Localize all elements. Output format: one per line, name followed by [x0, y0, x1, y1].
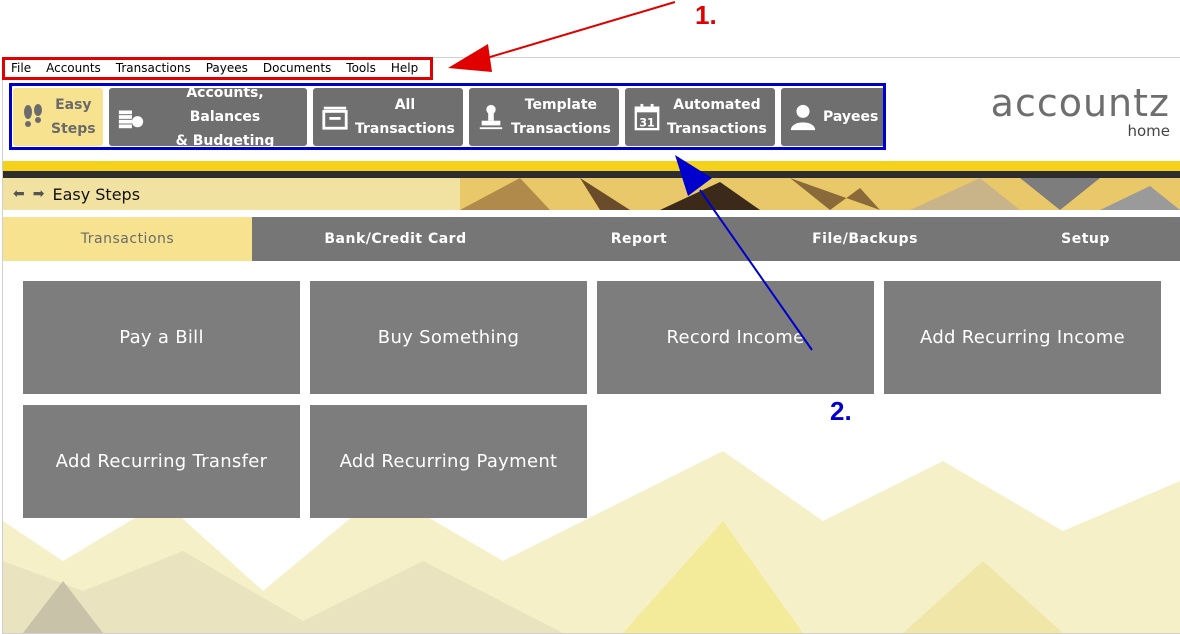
easy-steps-panel: Pay a Bill Buy Something Record Income A…: [3, 261, 1180, 633]
back-arrow-icon[interactable]: ⬅: [13, 186, 25, 202]
tab-bank-credit-card[interactable]: Bank/Credit Card: [252, 217, 539, 261]
annotation-label-2: 2.: [830, 396, 852, 426]
app-logo: accountz home: [991, 82, 1170, 140]
forward-arrow-icon[interactable]: ➡: [33, 186, 45, 202]
annotation-box-toolbar: [9, 83, 886, 150]
tab-setup[interactable]: Setup: [991, 217, 1180, 261]
decorative-artwork: [460, 178, 1180, 210]
page-title: Easy Steps: [52, 184, 141, 204]
record-income-button[interactable]: Record Income: [597, 281, 874, 394]
add-recurring-transfer-button[interactable]: Add Recurring Transfer: [23, 405, 300, 518]
add-recurring-income-button[interactable]: Add Recurring Income: [884, 281, 1161, 394]
accent-band: [3, 161, 1180, 171]
logo-wordmark: accountz: [990, 81, 1170, 125]
annotation-box-menu: [2, 57, 433, 80]
buy-something-button[interactable]: Buy Something: [310, 281, 587, 394]
section-tabs: Transactions Bank/Credit Card Report Fil…: [3, 217, 1180, 261]
pay-bill-button[interactable]: Pay a Bill: [23, 281, 300, 394]
tab-report[interactable]: Report: [539, 217, 739, 261]
annotation-label-1: 1.: [695, 0, 717, 30]
tab-transactions[interactable]: Transactions: [3, 217, 252, 261]
add-recurring-payment-button[interactable]: Add Recurring Payment: [310, 405, 587, 518]
breadcrumb: ⬅ ➡ Easy Steps: [3, 178, 1180, 210]
dark-band: [3, 171, 1180, 178]
tab-file-backups[interactable]: File/Backups: [739, 217, 991, 261]
